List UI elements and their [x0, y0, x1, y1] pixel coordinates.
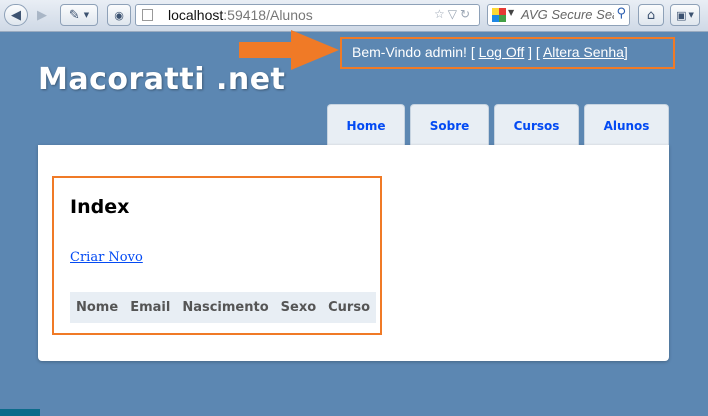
page-icon: [142, 9, 153, 21]
tab-alunos[interactable]: Alunos: [584, 104, 669, 146]
dropdown-icon[interactable]: ▽: [448, 7, 460, 21]
dropdown-icon: ▼: [83, 11, 90, 19]
logoff-link[interactable]: Log Off: [479, 44, 525, 60]
dropdown-icon[interactable]: ▼: [508, 8, 514, 17]
star-icon[interactable]: ☆: [434, 7, 448, 21]
bracket-text: ] [: [528, 44, 540, 60]
tools-button[interactable]: ✎ ▼: [60, 4, 98, 26]
column-header-email: Email: [130, 300, 171, 315]
avg-logo-icon: [492, 8, 506, 22]
tab-sobre[interactable]: Sobre: [410, 104, 489, 146]
column-header-sexo: Sexo: [280, 300, 317, 315]
page-title: Index: [70, 196, 130, 218]
welcome-text: Bem-Vindo admin!: [352, 44, 467, 60]
url-path: :59418/Alunos: [223, 7, 313, 23]
url-host: localhost: [168, 7, 224, 23]
browser-toolbar: ◀ ▶ ✎ ▼ ◉ localhost:59418/Alunos ☆▽↻ ▼ A…: [0, 0, 708, 32]
bookmark-icon: ▣: [676, 8, 687, 22]
feed-button[interactable]: ◉: [107, 4, 131, 26]
nav-buttons: ◀ ▶: [4, 4, 56, 26]
url-text: localhost:59418/Alunos: [168, 7, 313, 23]
table-header: Nome Email Nascimento Sexo Curso: [70, 292, 377, 323]
home-button[interactable]: ⌂: [638, 4, 664, 26]
column-header-nascimento: Nascimento: [182, 300, 269, 315]
search-icon[interactable]: ⚲: [614, 6, 626, 21]
tab-home[interactable]: Home: [327, 104, 405, 146]
column-header-curso: Curso: [328, 300, 371, 315]
search-bar[interactable]: ▼ AVG Secure Sea ⚲: [487, 4, 630, 26]
dropdown-icon: ▼: [688, 11, 694, 19]
create-new-link[interactable]: Criar Novo: [70, 250, 143, 265]
login-status: Bem-Vindo admin! [ Log Off ] [ Altera Se…: [352, 44, 628, 60]
bracket-text: [: [470, 44, 475, 60]
bookmarks-button[interactable]: ▣ ▼: [670, 4, 700, 26]
column-header-nome: Nome: [76, 300, 119, 315]
bracket-text: ]: [623, 44, 628, 60]
search-placeholder: AVG Secure Sea: [521, 7, 620, 22]
home-icon: ⌂: [646, 7, 656, 23]
url-icons: ☆▽↻: [434, 7, 473, 21]
forward-arrow-icon: ▶: [37, 7, 47, 23]
back-arrow-icon: ◀: [11, 7, 21, 23]
address-bar[interactable]: localhost:59418/Alunos ☆▽↻: [135, 4, 480, 26]
forward-button[interactable]: ▶: [30, 6, 54, 24]
back-button[interactable]: ◀: [4, 4, 28, 26]
taskbar-edge: [0, 409, 40, 416]
annotation-arrow: [239, 30, 339, 70]
eye-icon: ◉: [114, 8, 124, 22]
login-box: Bem-Vindo admin! [ Log Off ] [ Altera Se…: [340, 37, 675, 69]
refresh-icon[interactable]: ↻: [460, 7, 473, 21]
change-password-link[interactable]: Altera Senha: [543, 44, 624, 60]
tab-cursos[interactable]: Cursos: [494, 104, 579, 146]
tools-icon: ✎: [68, 7, 80, 23]
